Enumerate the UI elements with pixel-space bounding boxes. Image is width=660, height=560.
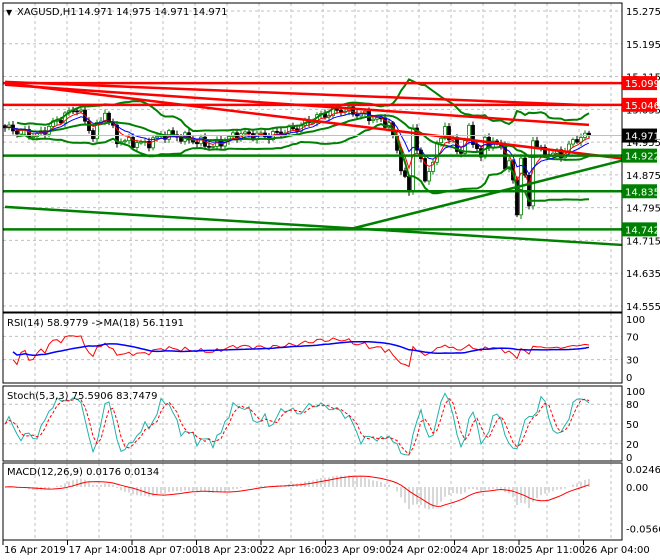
symbol-label: XAGUSD,H1	[17, 7, 77, 18]
candle-body	[155, 136, 159, 139]
stoch-tick-label: 50	[626, 420, 639, 431]
candle-body	[31, 136, 35, 139]
trendline-support	[4, 205, 623, 247]
price-tick-label: 14.875	[626, 171, 660, 182]
rsi-tick-label: 100	[626, 315, 645, 326]
candle-body	[571, 139, 575, 145]
stoch-tick-label: 80	[626, 400, 639, 411]
price-tick-label: 14.715	[626, 236, 660, 247]
candle-body	[211, 145, 215, 148]
candle-body	[427, 171, 431, 182]
macd-signal-line	[4, 475, 590, 507]
candle-body	[407, 175, 411, 193]
candle-body	[59, 119, 63, 124]
candle-body	[339, 109, 343, 113]
time-tick-label: 17 Apr 14:00	[69, 545, 134, 556]
price-tick-label: 14.555	[626, 302, 660, 313]
stoch-tick-label: 20	[626, 440, 639, 451]
price-tick-label: 14.635	[626, 269, 660, 280]
chart-menu-icon[interactable]: ▼	[6, 8, 13, 17]
candle-body	[207, 145, 211, 148]
time-tick-label: 24 Apr 02:00	[391, 545, 456, 556]
price-tick-label: 15.275	[626, 7, 660, 18]
level-price-label: 15.099	[625, 79, 660, 90]
candle-body	[135, 142, 139, 148]
candle-body	[19, 129, 23, 135]
candle-body	[483, 136, 487, 158]
stoch-signal-line	[4, 397, 590, 456]
candle-body	[371, 118, 375, 122]
macd-tick-label: -0.0566	[626, 524, 660, 535]
current-price-label: 14.971	[625, 132, 660, 143]
candle-body	[91, 130, 95, 140]
candle-body	[123, 140, 127, 143]
time-tick-label: 18 Apr 23:00	[198, 545, 263, 556]
macd-label: MACD(12,26,9) 0.0176 0.0134	[7, 467, 159, 478]
macd-tick-label: 0.00	[626, 483, 648, 494]
candle-body	[535, 140, 539, 148]
time-tick-label: 25 Apr 11:00	[520, 545, 585, 556]
level-price-label: 14.742	[625, 225, 660, 236]
candle-body	[75, 110, 79, 113]
price-tick-label: 15.195	[626, 40, 660, 51]
time-tick-label: 18 Apr 07:00	[133, 545, 198, 556]
stoch-tick-label: 100	[626, 387, 645, 398]
candle-body	[15, 130, 19, 135]
level-price-label: 14.835	[625, 187, 660, 198]
candle-body	[403, 170, 407, 177]
rsi-tick-label: 30	[626, 356, 639, 367]
time-tick-label: 22 Apr 16:00	[262, 545, 327, 556]
macd-tick-label: 0.0246	[626, 465, 660, 476]
rsi-tick-label: 0	[626, 373, 632, 384]
time-tick-label: 24 Apr 18:00	[456, 545, 521, 556]
candle-body	[275, 131, 279, 133]
candle-body	[147, 141, 151, 149]
price-panel[interactable]	[3, 78, 623, 247]
trendline-support	[348, 159, 623, 231]
candle-body	[195, 141, 199, 145]
stoch-label: Stoch(5,3,3) 75.5906 83.7479	[7, 391, 158, 402]
ohlc-label: 14.971 14.975 14.971 14.971	[78, 7, 228, 18]
candle-body	[375, 117, 379, 120]
rsi-tick-label: 70	[626, 332, 639, 343]
candle-body	[139, 141, 143, 144]
rsi-label: RSI(14) 58.9779 ->MA(18) 56.1191	[7, 318, 184, 329]
time-tick-label: 26 Apr 04:00	[585, 545, 650, 556]
candle-body	[259, 132, 263, 135]
time-tick-label: 23 Apr 09:00	[327, 545, 392, 556]
candle-body	[439, 137, 443, 144]
candle-body	[79, 109, 83, 112]
price-tick-label: 14.795	[626, 204, 660, 215]
candle-body	[247, 131, 251, 135]
time-tick-label: 16 Apr 2019	[4, 545, 66, 556]
level-price-label: 15.046	[625, 101, 660, 112]
candle-body	[243, 131, 247, 135]
candle-body	[575, 139, 579, 143]
trading-chart[interactable]: 15.27515.19515.11515.03514.95514.87514.7…	[0, 0, 660, 560]
level-price-label: 14.922	[625, 152, 660, 163]
macd-panel[interactable]	[4, 475, 590, 510]
stoch-tick-label: 0	[626, 453, 632, 464]
